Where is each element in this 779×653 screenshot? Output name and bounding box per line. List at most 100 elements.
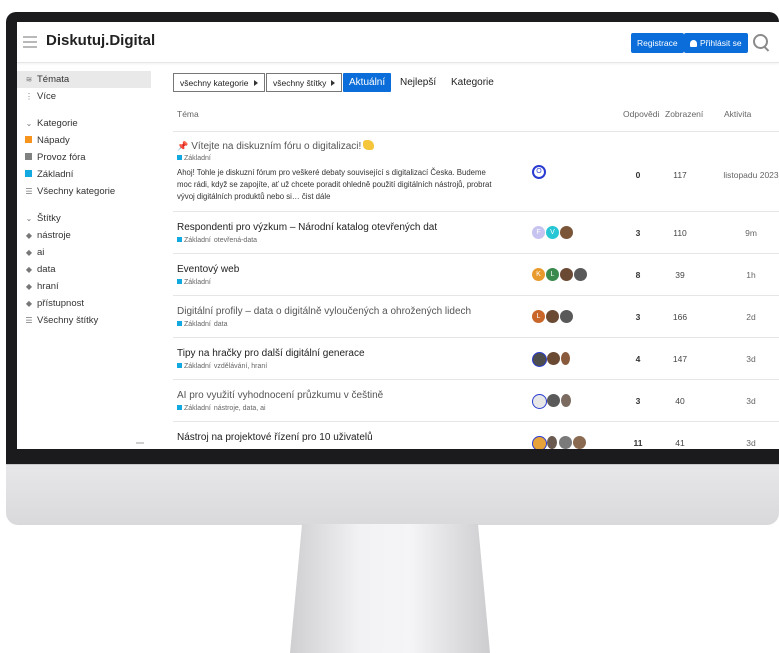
topic-title[interactable]: Eventový web (177, 264, 239, 275)
sidebar-item-zakladni[interactable]: Základní (17, 166, 151, 183)
sidebar-tag-ai[interactable]: ◆ ai (17, 244, 151, 261)
avatar[interactable] (547, 436, 557, 449)
activity-time[interactable]: 3d (711, 396, 779, 406)
avatar[interactable] (547, 352, 560, 365)
avatar[interactable]: O (532, 165, 546, 179)
vertical-dots-icon: ⋮ (25, 92, 33, 101)
activity-time[interactable]: 3d (711, 354, 779, 364)
tag-icon: ◆ (25, 282, 33, 291)
topic-category[interactable]: Základní vzdělávání, hraní (177, 363, 267, 370)
table-row[interactable]: 📌 Vítejte na diskuzním fóru o digitalizac… (173, 131, 779, 212)
sidebar-tags-heading[interactable]: ⌄ Štítky (17, 210, 151, 227)
sidebar-item-topics[interactable]: ≋ Témata (17, 71, 151, 88)
site-header: Diskutuj.Digital Registrace Přihlásit se (17, 22, 779, 63)
avatar[interactable] (573, 436, 586, 449)
view-count: 166 (672, 312, 688, 322)
topic-title[interactable]: Digitální profily – data o digitálně vyl… (177, 306, 471, 317)
column-header-replies[interactable]: Odpovědi (623, 109, 659, 119)
topic-category[interactable]: Základní nástroje, data, ai (177, 405, 266, 412)
avatar[interactable] (561, 394, 571, 407)
table-row[interactable]: Respondenti pro výzkum – Národní katalog… (173, 211, 779, 254)
avatar[interactable]: L (532, 310, 545, 323)
sidebar-item-all-tags[interactable]: ☰ Všechny štítky (17, 312, 151, 329)
avatar[interactable] (560, 226, 573, 239)
caret-right-icon (253, 80, 258, 86)
topic-title[interactable]: AI pro využití vyhodnocení průzkumu v če… (177, 390, 383, 401)
activity-time[interactable]: 1h (711, 270, 779, 280)
topic-excerpt: Ahoj! Tohle je diskuzní fórum pro vešker… (177, 168, 492, 201)
topic-category[interactable]: Základní data (177, 321, 227, 328)
avatar[interactable] (560, 310, 573, 323)
view-count: 110 (673, 228, 687, 238)
category-dropdown[interactable]: všechny kategorie (173, 73, 265, 92)
sidebar-item-napady[interactable]: Nápady (17, 132, 151, 149)
avatar[interactable] (532, 352, 547, 367)
column-header-topic[interactable]: Téma (177, 109, 199, 119)
view-count: 41 (675, 438, 685, 448)
site-logo[interactable]: Diskutuj.Digital (46, 32, 155, 49)
activity-time[interactable]: 9m (711, 228, 779, 238)
user-icon (690, 40, 697, 47)
sidebar-resize-handle[interactable] (136, 442, 144, 444)
topic-category[interactable]: Základní otevřená-data (177, 237, 257, 244)
sidebar-tag-data[interactable]: ◆ data (17, 261, 151, 278)
activity-time[interactable]: listopadu 2023 (711, 170, 779, 180)
table-row[interactable]: AI pro využití vyhodnocení průzkumu v če… (173, 379, 779, 422)
monitor-chin (6, 464, 779, 525)
avatar[interactable] (559, 436, 572, 449)
sidebar-tag-hrani[interactable]: ◆ hraní (17, 278, 151, 295)
column-header-views[interactable]: Zobrazení (665, 109, 703, 119)
topic-title[interactable]: Respondenti pro výzkum – Národní katalog… (177, 222, 437, 233)
reply-count: 8 (635, 270, 641, 280)
pin-icon: 📌 (177, 141, 189, 151)
reply-count: 0 (635, 170, 641, 180)
tab-top[interactable]: Nejlepší (394, 73, 442, 92)
sidebar-tag-nastroje[interactable]: ◆ nástroje (17, 227, 151, 244)
tag-icon: ◆ (25, 231, 33, 240)
monitor-stand (290, 524, 490, 653)
sidebar-item-all-categories[interactable]: ☰ Všechny kategorie (17, 183, 151, 200)
category-color-square (25, 153, 32, 160)
avatar[interactable] (546, 310, 559, 323)
avatar[interactable]: K (532, 268, 545, 281)
search-icon[interactable] (753, 34, 768, 49)
avatar[interactable]: L (546, 268, 559, 281)
tab-latest[interactable]: Aktuální (343, 73, 392, 92)
sidebar-categories-heading[interactable]: ⌄ Kategorie (17, 115, 151, 132)
category-color-square (177, 363, 182, 368)
table-row[interactable]: Eventový web Základní K L 8 39 1h (173, 253, 779, 296)
avatar[interactable] (574, 268, 587, 281)
avatar[interactable]: F (532, 226, 545, 239)
activity-time[interactable]: 2d (711, 312, 779, 322)
topic-title[interactable]: Tipy na hračky pro další digitální gener… (177, 348, 365, 359)
register-button[interactable]: Registrace (631, 33, 684, 53)
reply-count: 3 (635, 396, 641, 406)
tag-dropdown[interactable]: všechny štítky (266, 73, 343, 92)
hamburger-menu-icon[interactable] (23, 33, 37, 49)
sidebar-tag-pristupnost[interactable]: ◆ přístupnost (17, 295, 151, 312)
topic-category[interactable]: Základní (177, 155, 211, 162)
topic-title[interactable]: 📌 Vítejte na diskuzním fóru o digitalizac… (177, 140, 375, 152)
topic-list-area: všechny kategorie všechny štítky Aktuáln… (173, 73, 779, 449)
sidebar-item-provoz-fora[interactable]: Provoz fóra (17, 149, 151, 166)
avatar[interactable] (532, 394, 547, 409)
activity-time[interactable]: 3d (711, 438, 779, 448)
category-color-square (177, 237, 182, 242)
column-header-activity[interactable]: Aktivita (724, 109, 751, 119)
avatar[interactable] (560, 268, 573, 281)
sidebar: ≋ Témata ⋮ Více ⌄ Kategorie Nápady Provoz f… (17, 63, 151, 449)
view-count: 147 (672, 354, 688, 364)
table-row[interactable]: Digitální profily – data o digitálně vyl… (173, 295, 779, 338)
topic-category[interactable]: Základní (177, 279, 211, 286)
browser-screen: Diskutuj.Digital Registrace Přihlásit se… (17, 22, 779, 449)
avatar[interactable] (547, 394, 560, 407)
topic-title[interactable]: Nástroj na projektové řízení pro 10 uživ… (177, 432, 373, 443)
sidebar-item-more[interactable]: ⋮ Více (17, 88, 151, 105)
avatar[interactable] (532, 436, 547, 449)
login-button[interactable]: Přihlásit se (684, 33, 748, 53)
table-row[interactable]: Tipy na hračky pro další digitální gener… (173, 337, 779, 380)
table-row[interactable]: Nástroj na projektové řízení pro 10 uživ… (173, 421, 779, 449)
tab-categories[interactable]: Kategorie (445, 73, 500, 92)
avatar[interactable]: V (546, 226, 559, 239)
avatar[interactable] (561, 352, 570, 365)
